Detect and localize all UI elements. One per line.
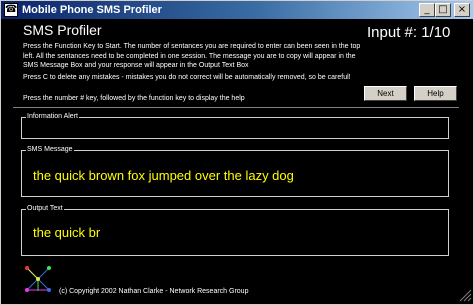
- window-title: Mobile Phone SMS Profiler: [22, 4, 162, 16]
- close-button[interactable]: ×: [454, 3, 470, 17]
- instruction-help: Press the number # key, followed by the …: [23, 95, 245, 102]
- help-button[interactable]: Help: [414, 86, 457, 101]
- sms-message-panel: SMS Message the quick brown fox jumped o…: [21, 146, 449, 197]
- next-button[interactable]: Next: [364, 86, 407, 101]
- instruction-start: Press the Function Key to Start. The num…: [23, 43, 361, 69]
- title-bar[interactable]: ☎ Mobile Phone SMS Profiler _ □ ×: [1, 1, 473, 19]
- output-text-label: Output Text: [27, 205, 63, 212]
- output-text-panel: Output Text the quick br: [21, 205, 449, 256]
- information-alert-panel: Information Alert: [21, 113, 449, 139]
- resize-grip-icon[interactable]: [456, 286, 472, 302]
- copyright-text: (c) Copyright 2002 Nathan Clarke - Netwo…: [59, 288, 249, 295]
- output-text-value: the quick br: [33, 225, 101, 240]
- sms-message-label: SMS Message: [27, 146, 73, 153]
- instruction-delete: Press C to delete any mistakes - mistake…: [23, 74, 351, 81]
- information-alert-label: Information Alert: [27, 113, 78, 120]
- app-window: ☎ Mobile Phone SMS Profiler _ □ × SMS Pr…: [0, 0, 474, 305]
- page-title: SMS Profiler: [23, 22, 102, 38]
- divider: [13, 107, 459, 108]
- sms-message-text: the quick brown fox jumped over the lazy…: [33, 168, 294, 183]
- phone-app-icon[interactable]: ☎: [4, 3, 18, 17]
- input-counter: Input #: 1/10: [367, 24, 451, 41]
- maximize-button[interactable]: □: [435, 3, 451, 17]
- network-logo-icon: [25, 266, 51, 292]
- minimize-button[interactable]: _: [419, 3, 435, 17]
